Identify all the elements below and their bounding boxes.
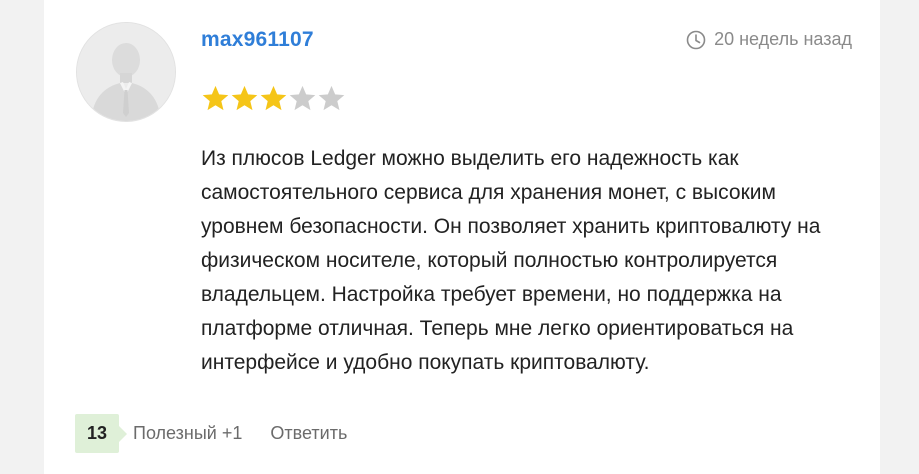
reply-button[interactable]: Ответить (270, 423, 347, 444)
review-card: max961107 20 недель назад Из плюсов Ledg… (44, 0, 880, 474)
review-time: 20 недель назад (686, 29, 852, 50)
star-icon (230, 84, 259, 113)
vote-count-badge: 13 (75, 414, 127, 453)
review-time-text: 20 недель назад (714, 29, 852, 49)
review-text: Из плюсов Ledger можно выделить его наде… (201, 147, 821, 374)
username-link[interactable]: max961107 (201, 28, 314, 52)
useful-button[interactable]: Полезный +1 (133, 423, 242, 444)
star-icon (201, 84, 230, 113)
star-rating (201, 84, 346, 113)
clock-icon (686, 30, 706, 50)
star-icon (259, 84, 288, 113)
star-icon (317, 84, 346, 113)
avatar[interactable] (76, 22, 176, 122)
star-icon (288, 84, 317, 113)
review-actions: 13 Полезный +1 Ответить (75, 414, 347, 453)
user-silhouette-icon (77, 23, 175, 121)
